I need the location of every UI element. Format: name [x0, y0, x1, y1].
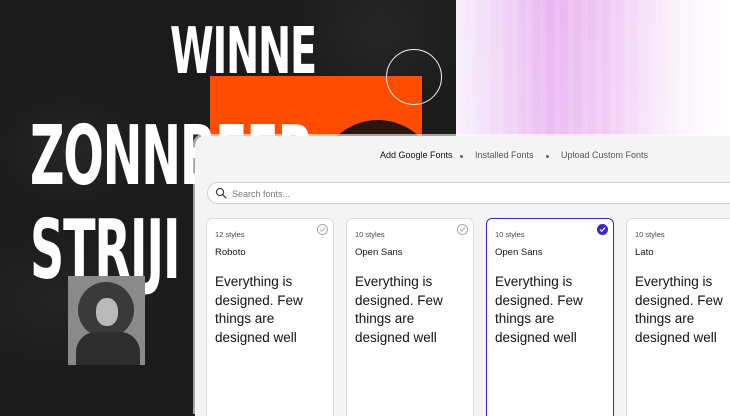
poster-word-1: WINNE	[170, 15, 317, 89]
tab-upload-custom-fonts[interactable]: Upload Custom Fonts	[561, 150, 648, 160]
font-name: Open Sans	[495, 247, 543, 258]
select-checkbox[interactable]	[457, 224, 468, 235]
checkmark-icon	[319, 227, 326, 233]
font-style-count: 10 styles	[635, 230, 665, 239]
tab-installed-fonts[interactable]: Installed Fonts	[475, 150, 534, 160]
search-bar[interactable]	[207, 182, 730, 204]
font-card-roboto[interactable]: 12 styles Roboto Everything is designed.…	[206, 218, 334, 416]
font-name: Lato	[635, 247, 654, 258]
font-style-count: 10 styles	[355, 230, 385, 239]
tab-add-google-fonts[interactable]: Add Google Fonts	[380, 150, 453, 160]
font-source-tabs: Add Google Fonts Installed Fonts Upload …	[195, 136, 730, 176]
tab-separator	[546, 155, 549, 158]
font-sample-text: Everything is designed. Few things are d…	[635, 274, 723, 345]
font-name: Open Sans	[355, 247, 403, 258]
checkmark-icon	[459, 227, 466, 233]
font-picker-panel: Add Google Fonts Installed Fonts Upload …	[195, 136, 730, 416]
select-checkbox[interactable]	[317, 224, 328, 235]
font-style-count: 12 styles	[215, 230, 245, 239]
font-style-count: 10 styles	[495, 230, 525, 239]
select-checkbox-checked[interactable]	[597, 224, 608, 235]
font-card-open-sans[interactable]: 10 styles Open Sans Everything is design…	[346, 218, 474, 416]
search-icon	[215, 187, 227, 199]
tab-separator	[460, 155, 463, 158]
gradient-background	[456, 0, 730, 140]
search-input[interactable]	[230, 185, 534, 203]
circle-outline	[386, 49, 442, 105]
font-sample-text: Everything is designed. Few things are d…	[495, 274, 583, 345]
font-card-open-sans-selected[interactable]: 10 styles Open Sans Everything is design…	[486, 218, 614, 416]
font-card-lato[interactable]: 10 styles Lato Everything is designed. F…	[626, 218, 730, 416]
checkmark-icon	[599, 227, 606, 233]
portrait-photo	[68, 276, 145, 365]
font-sample-text: Everything is designed. Few things are d…	[215, 274, 303, 345]
font-sample-text: Everything is designed. Few things are d…	[355, 274, 443, 345]
font-name: Roboto	[215, 247, 246, 258]
